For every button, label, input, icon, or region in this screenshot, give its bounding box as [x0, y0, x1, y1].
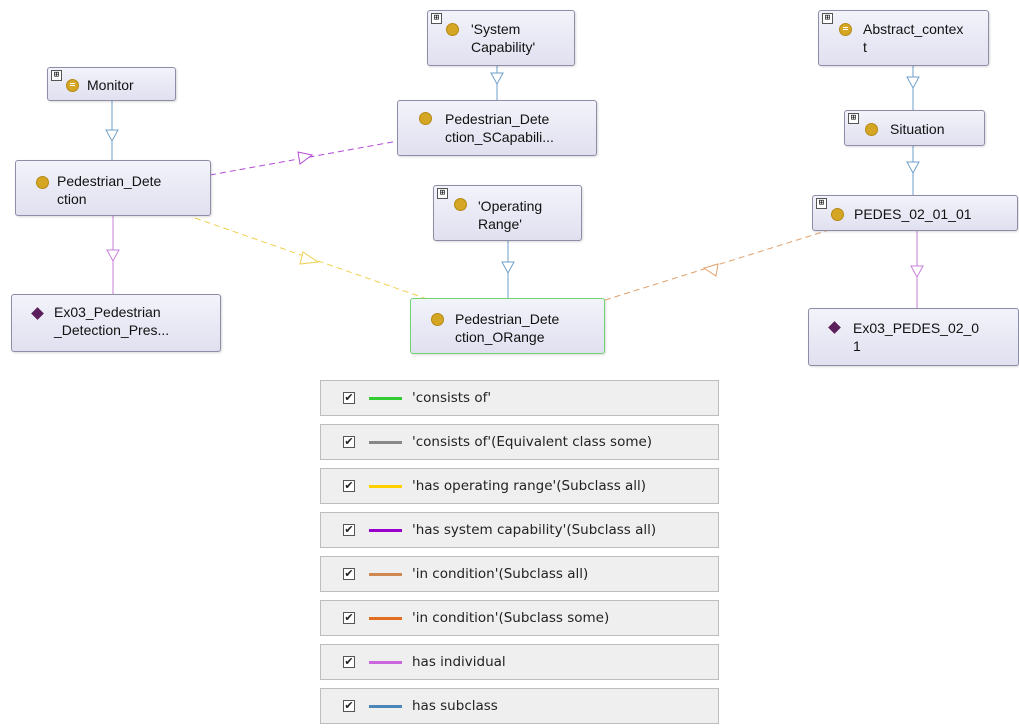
edge-subclass-system-capability	[490, 66, 504, 100]
legend-checkbox[interactable]: ✔	[343, 700, 355, 712]
node-label: Ex03_Pedestrian _Detection_Pres...	[54, 304, 170, 338]
class-icon	[431, 313, 444, 326]
node-operating-range[interactable]: ⊞ 'Operating Range'	[433, 185, 582, 241]
edge-individual-pedes	[910, 231, 924, 308]
expand-icon[interactable]: ⊞	[51, 70, 62, 81]
legend-label: has individual	[412, 654, 506, 670]
class-icon	[419, 112, 432, 125]
edge-subclass-abstract-situation	[906, 66, 920, 110]
legend-checkbox[interactable]: ✔	[343, 656, 355, 668]
node-label: 'Operating Range'	[478, 198, 543, 232]
legend-label: has subclass	[412, 698, 498, 714]
legend-swatch	[369, 617, 402, 620]
legend-checkbox[interactable]: ✔	[343, 480, 355, 492]
expand-icon[interactable]: ⊞	[816, 198, 827, 209]
node-label: 'System Capability'	[471, 21, 536, 55]
legend-row-has-system-capability[interactable]: ✔ 'has system capability'(Subclass all)	[320, 512, 719, 548]
node-situation[interactable]: ⊞ Situation	[844, 110, 985, 146]
edge-operating-range	[194, 217, 431, 301]
legend-label: 'has system capability'(Subclass all)	[412, 522, 657, 538]
node-ex03-pedestrian-detection[interactable]: Ex03_Pedestrian _Detection_Pres...	[11, 294, 221, 352]
node-pedestrian-detection[interactable]: Pedestrian_Dete ction	[15, 160, 211, 216]
class-icon	[831, 208, 844, 221]
expand-icon[interactable]: ⊞	[848, 113, 859, 124]
legend-swatch	[369, 573, 402, 576]
node-label: Abstract_contex t	[863, 21, 964, 55]
node-ex03-pedes-02-01[interactable]: Ex03_PEDES_02_0 1	[808, 308, 1019, 366]
legend-swatch	[369, 441, 402, 444]
legend-label: 'in condition'(Subclass some)	[412, 610, 610, 626]
legend-row-consists-of[interactable]: ✔ 'consists of'	[320, 380, 719, 416]
node-label: Pedestrian_Dete ction_SCapabili...	[445, 111, 554, 145]
legend-row-in-condition-some[interactable]: ✔ 'in condition'(Subclass some)	[320, 600, 719, 636]
legend-checkbox[interactable]: ✔	[343, 524, 355, 536]
legend-checkbox[interactable]: ✔	[343, 392, 355, 404]
legend-swatch	[369, 705, 402, 708]
legend-label: 'has operating range'(Subclass all)	[412, 478, 647, 494]
edge-system-capability	[209, 140, 399, 176]
edge-subclass-monitor-pedestrian-detection	[105, 101, 119, 160]
edge-individual-pedestrian-detection	[106, 216, 120, 294]
node-label: Monitor	[87, 77, 134, 93]
edge-in-condition	[604, 224, 846, 301]
class-icon	[454, 198, 467, 211]
class-icon	[865, 123, 878, 136]
expand-icon[interactable]: ⊞	[437, 188, 448, 199]
class-icon	[36, 176, 49, 189]
node-label: Pedestrian_Dete ction	[57, 173, 162, 207]
node-label: Situation	[890, 121, 945, 137]
node-label: PEDES_02_01_01	[854, 206, 972, 222]
legend-checkbox[interactable]: ✔	[343, 568, 355, 580]
legend-row-has-subclass[interactable]: ✔ has subclass	[320, 688, 719, 724]
legend-label: 'consists of'	[412, 390, 492, 406]
node-label: Ex03_PEDES_02_0 1	[853, 320, 980, 354]
edge-subclass-situation-pedes	[906, 146, 920, 195]
legend-row-has-operating-range[interactable]: ✔ 'has operating range'(Subclass all)	[320, 468, 719, 504]
node-label: Pedestrian_Dete ction_ORange	[455, 311, 560, 345]
individual-icon	[828, 321, 841, 334]
equivalent-class-icon	[66, 79, 79, 92]
class-icon	[446, 23, 459, 36]
node-pedestrian-detection-scapability[interactable]: Pedestrian_Dete ction_SCapabili...	[397, 100, 597, 156]
legend-swatch	[369, 661, 402, 664]
equivalent-class-icon	[839, 23, 852, 36]
expand-icon[interactable]: ⊞	[822, 13, 833, 24]
node-pedes-02-01-01[interactable]: ⊞ PEDES_02_01_01	[812, 195, 1018, 231]
legend-row-consists-of-equivalent[interactable]: ✔ 'consists of'(Equivalent class some)	[320, 424, 719, 460]
legend-swatch	[369, 529, 402, 532]
legend-row-in-condition-all[interactable]: ✔ 'in condition'(Subclass all)	[320, 556, 719, 592]
legend-checkbox[interactable]: ✔	[343, 436, 355, 448]
legend-row-has-individual[interactable]: ✔ has individual	[320, 644, 719, 680]
node-pedestrian-detection-orange[interactable]: Pedestrian_Dete ction_ORange	[410, 298, 605, 354]
legend-swatch	[369, 397, 402, 400]
edge-subclass-operating-range-orange	[501, 241, 515, 298]
legend-label: 'consists of'(Equivalent class some)	[412, 434, 653, 450]
expand-icon[interactable]: ⊞	[431, 13, 442, 24]
individual-icon	[31, 307, 44, 320]
node-abstract-context[interactable]: ⊞ Abstract_contex t	[818, 10, 989, 66]
legend-checkbox[interactable]: ✔	[343, 612, 355, 624]
legend-swatch	[369, 485, 402, 488]
node-monitor[interactable]: ⊞ Monitor	[47, 67, 176, 101]
node-system-capability[interactable]: ⊞ 'System Capability'	[427, 10, 575, 66]
legend-label: 'in condition'(Subclass all)	[412, 566, 589, 582]
